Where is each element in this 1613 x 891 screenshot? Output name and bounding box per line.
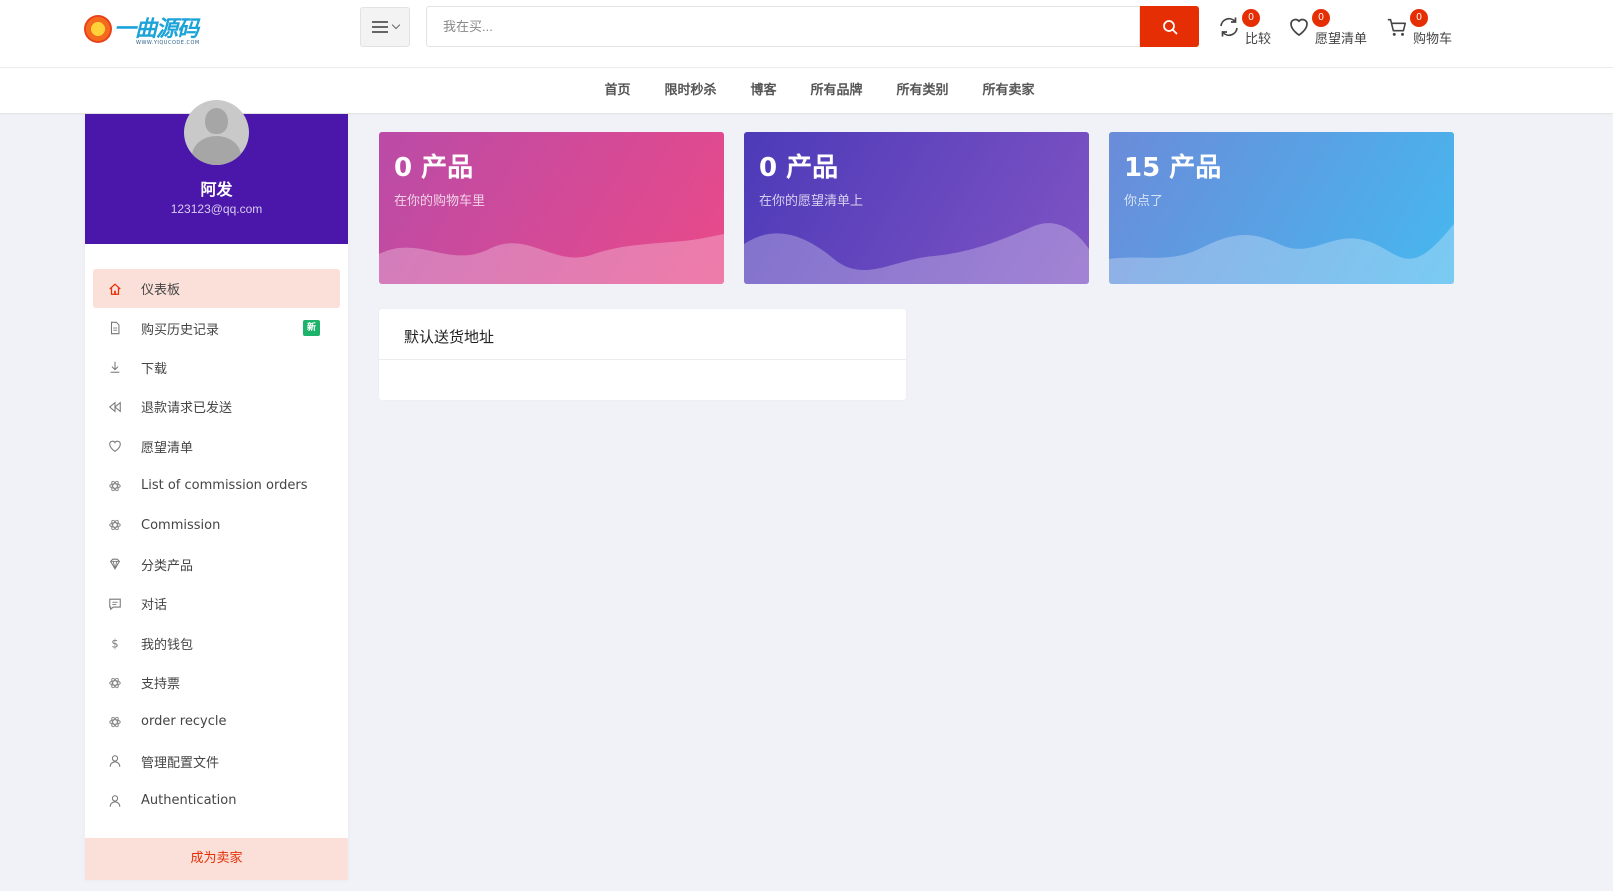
stat-value: 0 产品	[759, 153, 839, 183]
stat-value: 15 产品	[1124, 153, 1222, 183]
wave-decoration	[379, 234, 724, 284]
stat-card-ordered: 15 产品 你点了	[1109, 132, 1454, 284]
file-icon	[110, 321, 120, 335]
user-icon	[109, 794, 121, 807]
sidebar-item-commission-orders[interactable]: List of commission orders	[93, 466, 340, 505]
sidebar-menu: 仪表板 购买历史记录 新 下载 退款请求已发送 愿望清单 List of com…	[93, 269, 340, 820]
top-header: 一曲源码 WWW.YIQUCODE.COM 0 比较 0 愿望清单 0 购物车	[0, 0, 1613, 68]
dollar-icon: $	[111, 637, 118, 651]
default-address-card: 默认送货地址	[379, 309, 906, 400]
wishlist-link[interactable]: 0 愿望清单	[1286, 9, 1367, 47]
logo-text: 一曲源码	[114, 16, 199, 42]
chevron-down-icon	[391, 20, 400, 30]
stat-caption: 在你的购物车里	[394, 194, 486, 209]
nav-blog[interactable]: 博客	[733, 68, 793, 114]
sidebar-item-order-recycle[interactable]: order recycle	[93, 702, 340, 741]
nav-all-brands[interactable]: 所有品牌	[794, 68, 880, 114]
sidebar-item-purchase-history[interactable]: 购买历史记录 新	[93, 308, 340, 347]
sidebar-item-label: Authentication	[141, 793, 237, 809]
cart-count-badge: 0	[1410, 9, 1428, 27]
openai-icon	[109, 677, 121, 688]
sidebar-item-authentication[interactable]: Authentication	[93, 781, 340, 820]
category-menu-button[interactable]	[360, 7, 410, 47]
heart-icon	[109, 440, 121, 453]
site-logo[interactable]: 一曲源码 WWW.YIQUCODE.COM	[84, 12, 204, 46]
nav-all-categories[interactable]: 所有类别	[880, 68, 966, 114]
stat-card-cart: 0 产品 在你的购物车里	[379, 132, 724, 284]
sidebar-item-label: 仪表板	[141, 283, 181, 299]
nav-all-sellers[interactable]: 所有卖家	[966, 68, 1052, 114]
sidebar-item-manage-profile[interactable]: 管理配置文件	[93, 742, 340, 781]
nav-flash-sale[interactable]: 限时秒杀	[647, 68, 733, 114]
sidebar-item-label: Commission	[141, 517, 221, 533]
sidebar-item-label: 下载	[141, 361, 168, 377]
heart-icon	[1290, 18, 1308, 37]
sidebar-item-wallet[interactable]: $ 我的钱包	[93, 624, 340, 663]
profile-panel: 阿发 123123@qq.com	[85, 100, 348, 244]
diamond-icon	[109, 559, 121, 571]
stat-value: 0 产品	[394, 153, 474, 183]
cart-icon	[1387, 18, 1407, 36]
sidebar-item-label: List of commission orders	[141, 478, 308, 494]
compare-count-badge: 0	[1242, 9, 1260, 27]
sidebar-item-wishlist[interactable]: 愿望清单	[93, 427, 340, 466]
stat-card-wishlist: 0 产品 在你的愿望清单上	[744, 132, 1089, 284]
main-nav: 首页 限时秒杀 博客 所有品牌 所有类别 所有卖家	[0, 68, 1613, 114]
backward-icon	[108, 401, 121, 413]
search-icon	[1162, 19, 1177, 34]
search-input[interactable]	[426, 6, 1140, 47]
sidebar-item-label: 购买历史记录	[141, 322, 220, 338]
profile-email: 123123@qq.com	[170, 202, 263, 216]
new-badge: 新	[302, 320, 320, 337]
card-divider	[379, 359, 906, 360]
nav-home[interactable]: 首页	[587, 68, 647, 114]
sidebar-item-label: 管理配置文件	[141, 755, 220, 771]
stat-caption: 你点了	[1124, 194, 1164, 209]
message-icon	[109, 598, 121, 611]
wave-decoration	[744, 223, 1089, 284]
sidebar-item-label: 我的钱包	[141, 637, 194, 653]
refresh-icon	[1220, 17, 1238, 37]
wishlist-count-badge: 0	[1312, 9, 1330, 27]
sidebar-item-refund-requests[interactable]: 退款请求已发送	[93, 387, 340, 426]
hamburger-icon	[371, 21, 388, 33]
sidebar-item-label: 退款请求已发送	[141, 401, 233, 417]
become-seller-button[interactable]: 成为卖家	[85, 838, 348, 880]
openai-icon	[109, 716, 121, 728]
sidebar-item-downloads[interactable]: 下载	[93, 348, 340, 387]
cart-label: 购物车	[1413, 32, 1453, 47]
logo-subtext: WWW.YIQUCODE.COM	[136, 40, 200, 46]
home-icon	[109, 283, 121, 295]
sidebar-item-label: 对话	[141, 598, 168, 614]
sidebar-item-label: 分类产品	[141, 558, 194, 574]
avatar	[184, 100, 249, 165]
sidebar-item-support-tickets[interactable]: 支持票	[93, 663, 340, 702]
user-icon	[109, 755, 121, 768]
sidebar-item-commission[interactable]: Commission	[93, 505, 340, 544]
openai-icon	[109, 480, 121, 491]
wave-decoration	[1109, 224, 1454, 284]
sidebar-item-label: 愿望清单	[141, 440, 194, 456]
sidebar-item-label: order recycle	[141, 714, 227, 730]
cart-link[interactable]: 0 购物车	[1384, 9, 1452, 47]
svg-text:$: $	[111, 637, 118, 651]
sidebar-item-classified-products[interactable]: 分类产品	[93, 545, 340, 584]
openai-icon	[109, 519, 121, 531]
compare-label: 比较	[1245, 32, 1272, 47]
sidebar-item-dashboard[interactable]: 仪表板	[93, 269, 340, 309]
sidebar-item-conversations[interactable]: 对话	[93, 584, 340, 623]
wishlist-label: 愿望清单	[1315, 32, 1368, 47]
card-title: 默认送货地址	[404, 328, 495, 346]
sun-logo-icon	[84, 15, 112, 43]
profile-name: 阿发	[200, 180, 233, 199]
compare-link[interactable]: 0 比较	[1216, 9, 1271, 47]
download-icon	[110, 362, 120, 374]
stat-caption: 在你的愿望清单上	[759, 194, 864, 209]
sidebar-item-label: 支持票	[141, 677, 181, 693]
dashboard-sidebar: 阿发 123123@qq.com 仪表板 购买历史记录 新 下载 退款请求已发送…	[85, 100, 348, 880]
search-button[interactable]	[1140, 6, 1199, 47]
